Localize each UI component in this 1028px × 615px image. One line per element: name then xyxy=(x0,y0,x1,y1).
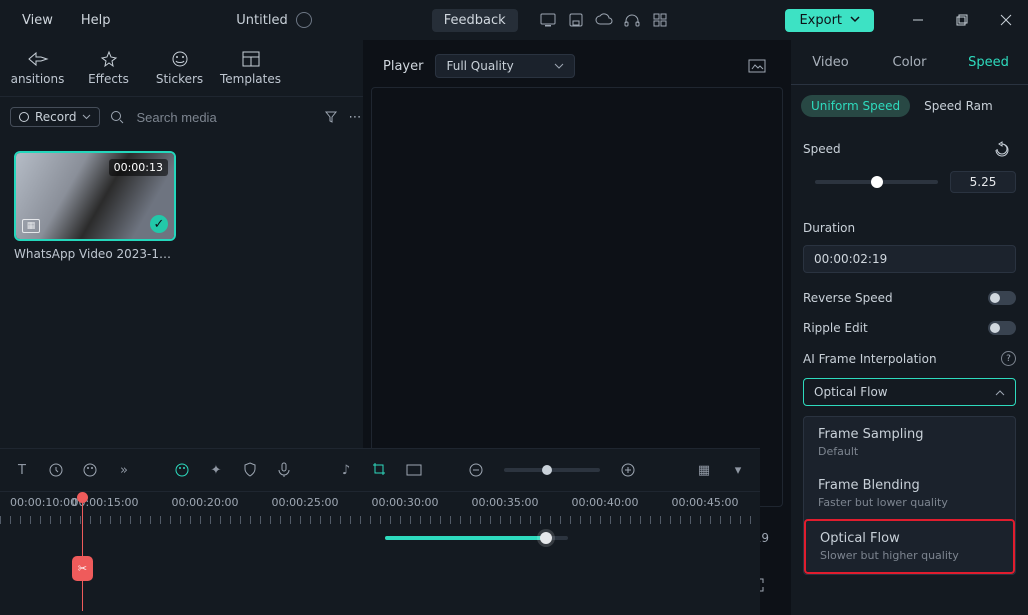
title-bar: View Help Untitled Feedback Export xyxy=(0,0,1028,40)
duration-label: Duration xyxy=(803,221,855,235)
clock-icon[interactable] xyxy=(46,460,66,480)
search-input[interactable] xyxy=(134,109,314,126)
ripple-toggle[interactable] xyxy=(988,321,1016,335)
menu-help[interactable]: Help xyxy=(67,7,125,34)
option-frame-sampling[interactable]: Frame Sampling Default xyxy=(804,417,1015,468)
crop-tool-icon[interactable] xyxy=(370,460,390,480)
frame-icon[interactable] xyxy=(404,460,424,480)
tab-color[interactable]: Color xyxy=(870,55,949,70)
chevron-down-icon xyxy=(554,63,564,70)
clip-duration: 00:00:13 xyxy=(109,159,168,176)
document-title-text: Untitled xyxy=(236,13,287,28)
more-icon[interactable]: ⋯ xyxy=(348,103,361,131)
minimize-button[interactable] xyxy=(904,6,932,34)
tab-video[interactable]: Video xyxy=(791,55,870,70)
progress-bar[interactable] xyxy=(385,536,568,540)
reverse-label: Reverse Speed xyxy=(803,291,893,305)
save-icon[interactable] xyxy=(562,6,590,34)
duration-input[interactable]: 00:00:02:19 xyxy=(803,245,1016,273)
zoom-out-icon[interactable] xyxy=(466,460,486,480)
speed-value[interactable]: 5.25 xyxy=(950,171,1016,193)
timeline-ruler[interactable]: 00:00:10:00 00:00:15:00 00:00:20:00 00:0… xyxy=(0,496,760,524)
mic-icon[interactable] xyxy=(274,460,294,480)
filter-icon[interactable] xyxy=(324,103,338,131)
media-clip[interactable]: 00:00:13 ▦ ✓ xyxy=(14,151,176,241)
ai-interpolation-label: AI Frame Interpolation xyxy=(803,352,937,366)
tab-effects[interactable]: Effects xyxy=(73,50,144,86)
player-label: Player xyxy=(383,59,423,74)
headphones-icon[interactable] xyxy=(618,6,646,34)
ruler-label: 00:00:10:00 xyxy=(10,496,77,509)
interpolation-options: Frame Sampling Default Frame Blending Fa… xyxy=(803,416,1016,575)
library-tabs: ansitions Effects Stickers Templates xyxy=(0,40,363,97)
clip-name: WhatsApp Video 2023-10-05... xyxy=(14,247,172,261)
option-optical-flow[interactable]: Optical Flow Slower but higher quality xyxy=(804,519,1015,574)
palette-icon[interactable] xyxy=(80,460,100,480)
face-icon[interactable] xyxy=(172,460,192,480)
speed-label: Speed xyxy=(803,142,841,156)
tab-stickers[interactable]: Stickers xyxy=(144,50,215,86)
preview-area xyxy=(371,87,783,507)
ripple-label: Ripple Edit xyxy=(803,321,868,335)
export-button[interactable]: Export xyxy=(785,9,874,32)
device-icon[interactable] xyxy=(534,6,562,34)
properties-panel: Video Color Speed Uniform Speed Speed Ra… xyxy=(791,40,1028,615)
chevron-down-icon[interactable]: ▾ xyxy=(728,460,748,480)
ruler-label: 00:00:20:00 xyxy=(171,496,238,509)
quality-select[interactable]: Full Quality xyxy=(435,54,574,78)
film-icon: ▦ xyxy=(22,219,40,233)
search-icon xyxy=(110,110,124,124)
shield-icon[interactable] xyxy=(240,460,260,480)
zoom-in-icon[interactable] xyxy=(618,460,638,480)
chevron-up-icon xyxy=(995,389,1005,396)
mode-speed-ramp[interactable]: Speed Ram xyxy=(918,95,999,117)
check-icon: ✓ xyxy=(150,215,168,233)
reverse-toggle[interactable] xyxy=(988,291,1016,305)
maximize-button[interactable] xyxy=(948,6,976,34)
more-icon[interactable]: » xyxy=(114,460,134,480)
close-button[interactable] xyxy=(992,6,1020,34)
speed-slider[interactable] xyxy=(815,180,938,184)
snapshot-split-icon[interactable] xyxy=(743,52,771,80)
interpolation-select[interactable]: Optical Flow xyxy=(803,378,1016,406)
music-icon[interactable]: ♪ xyxy=(336,460,356,480)
ruler-label: 00:00:25:00 xyxy=(271,496,338,509)
record-dropdown[interactable]: Record xyxy=(10,107,100,127)
timeline: T » ✦ ♪ ▦ ▾ 00:00:10:00 00:00:15:00 00:0… xyxy=(0,448,760,615)
cloud-icon[interactable] xyxy=(590,6,618,34)
tab-transitions[interactable]: ansitions xyxy=(2,50,73,86)
tab-speed[interactable]: Speed xyxy=(949,55,1028,70)
menu-view[interactable]: View xyxy=(8,7,67,34)
chevron-down-icon xyxy=(82,114,91,121)
ruler-label: 00:00:45:00 xyxy=(671,496,738,509)
mode-uniform-speed[interactable]: Uniform Speed xyxy=(801,95,910,117)
zoom-slider[interactable] xyxy=(504,468,600,472)
ruler-label: 00:00:35:00 xyxy=(471,496,538,509)
layout-grid-icon[interactable]: ▦ xyxy=(694,460,714,480)
ruler-label: 00:00:30:00 xyxy=(371,496,438,509)
sparkle-icon[interactable]: ✦ xyxy=(206,460,226,480)
tab-templates[interactable]: Templates xyxy=(215,50,286,86)
playhead[interactable]: ✂ xyxy=(82,496,83,611)
grid-icon[interactable] xyxy=(646,6,674,34)
doc-status-icon xyxy=(296,12,312,28)
document-title: Untitled xyxy=(236,12,311,28)
ruler-label: 00:00:40:00 xyxy=(571,496,638,509)
scissors-icon[interactable]: ✂ xyxy=(72,556,93,581)
text-tool-icon[interactable]: T xyxy=(12,460,32,480)
reset-icon[interactable] xyxy=(988,135,1016,163)
option-frame-blending[interactable]: Frame Blending Faster but lower quality xyxy=(804,468,1015,519)
feedback-button[interactable]: Feedback xyxy=(432,9,518,32)
help-icon[interactable]: ? xyxy=(1001,351,1016,366)
chevron-down-icon xyxy=(850,16,860,24)
